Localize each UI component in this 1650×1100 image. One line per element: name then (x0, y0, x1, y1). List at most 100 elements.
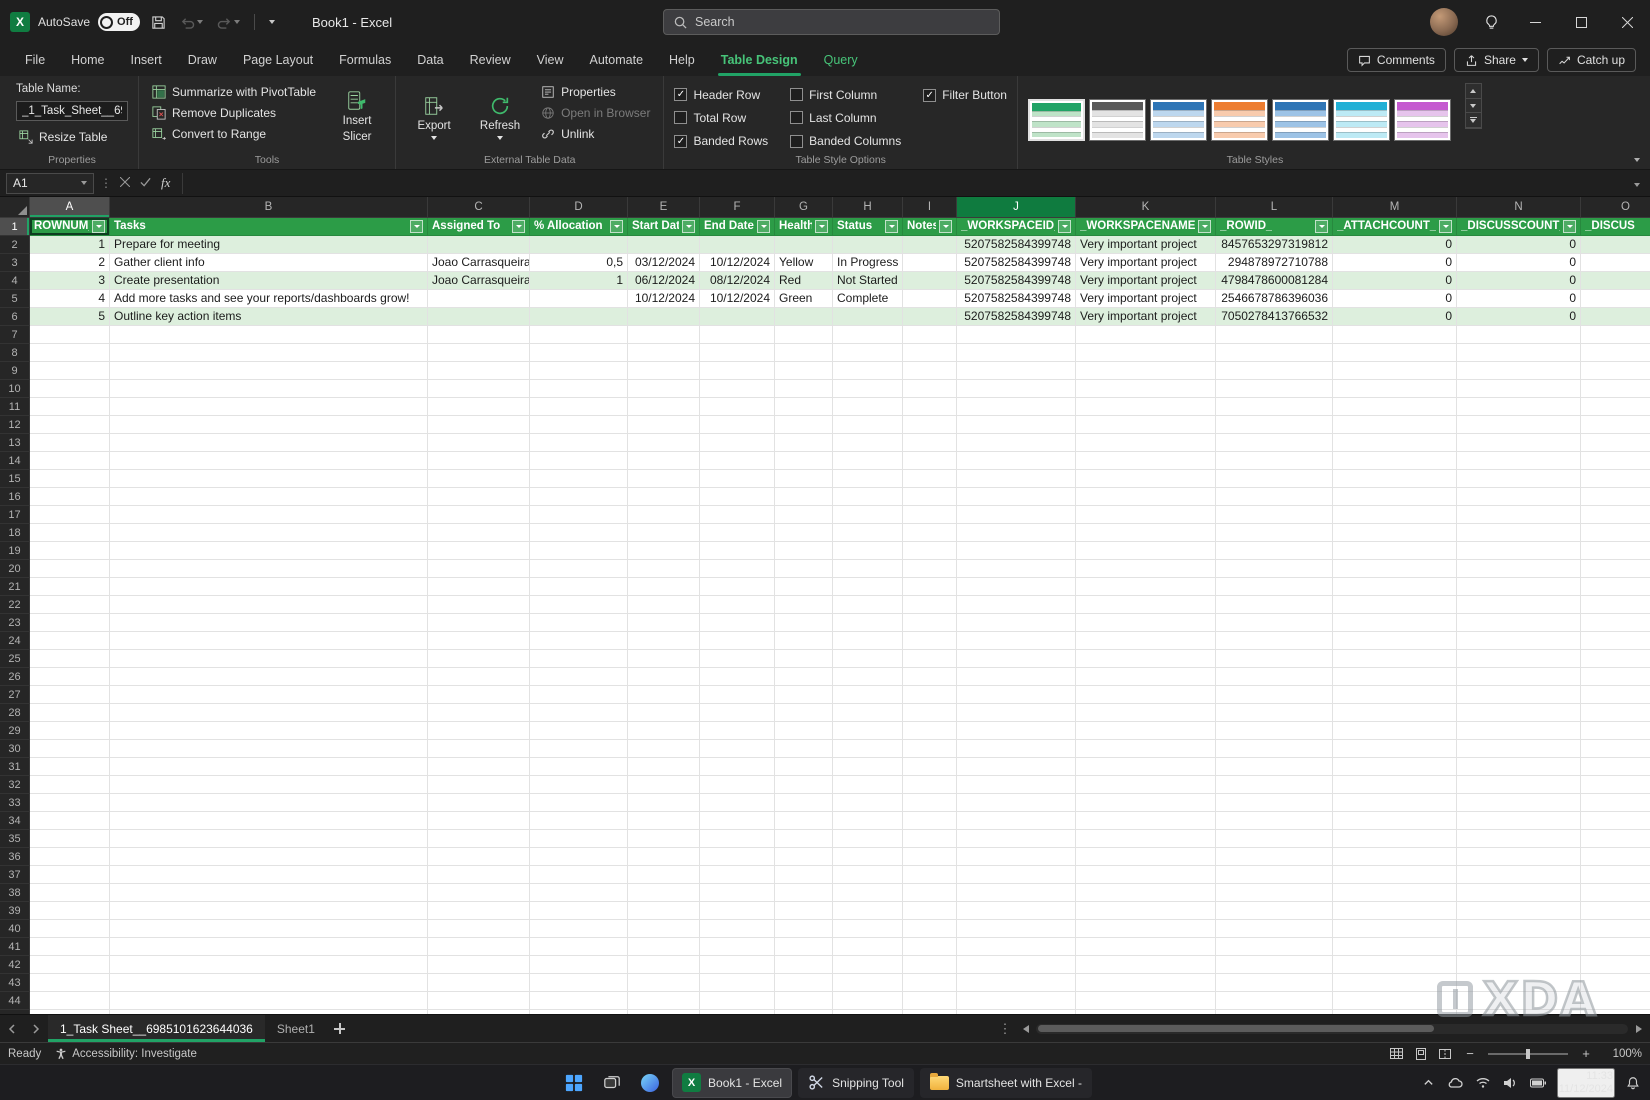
cell-E41[interactable] (628, 938, 700, 956)
cell-L6[interactable]: 7050278413766532 (1216, 308, 1333, 326)
cell-H31[interactable] (833, 758, 903, 776)
ribbon-tab-formulas[interactable]: Formulas (326, 44, 404, 76)
ribbon-tab-view[interactable]: View (524, 44, 577, 76)
filter-button-rowid[interactable] (1315, 220, 1328, 233)
filter-button-rownum[interactable] (92, 220, 105, 233)
cell-J23[interactable] (957, 614, 1076, 632)
cell-N35[interactable] (1457, 830, 1581, 848)
cell-I14[interactable] (903, 452, 957, 470)
cell-H38[interactable] (833, 884, 903, 902)
cell-K17[interactable] (1076, 506, 1216, 524)
cell-O13[interactable] (1581, 434, 1650, 452)
row-header-7[interactable]: 7 (0, 326, 30, 344)
taskbar-app-snipping-tool[interactable]: Snipping Tool (798, 1068, 914, 1098)
column-header-L[interactable]: L (1216, 197, 1333, 218)
cell-G24[interactable] (775, 632, 833, 650)
scrollbar-thumb[interactable] (1038, 1025, 1434, 1032)
cell-F23[interactable] (700, 614, 775, 632)
cell-D39[interactable] (530, 902, 628, 920)
cell-B26[interactable] (110, 668, 428, 686)
cell-C12[interactable] (428, 416, 530, 434)
cell-B23[interactable] (110, 614, 428, 632)
cell-H12[interactable] (833, 416, 903, 434)
cell-N26[interactable] (1457, 668, 1581, 686)
cell-M6[interactable]: 0 (1333, 308, 1457, 326)
column-header-M[interactable]: M (1333, 197, 1457, 218)
cell-J18[interactable] (957, 524, 1076, 542)
column-header-J[interactable]: J (957, 197, 1076, 218)
scroll-left-button[interactable] (1018, 1021, 1034, 1037)
cell-A40[interactable] (30, 920, 110, 938)
row-header-38[interactable]: 38 (0, 884, 30, 902)
cell-M41[interactable] (1333, 938, 1457, 956)
cell-J25[interactable] (957, 650, 1076, 668)
cell-J8[interactable] (957, 344, 1076, 362)
cell-E16[interactable] (628, 488, 700, 506)
row-header-28[interactable]: 28 (0, 704, 30, 722)
cell-H32[interactable] (833, 776, 903, 794)
scroll-right-button[interactable] (1630, 1021, 1646, 1037)
cell-F40[interactable] (700, 920, 775, 938)
row-header-13[interactable]: 13 (0, 434, 30, 452)
cell-I6[interactable] (903, 308, 957, 326)
cell-G41[interactable] (775, 938, 833, 956)
cell-K9[interactable] (1076, 362, 1216, 380)
cell-E20[interactable] (628, 560, 700, 578)
cell-N23[interactable] (1457, 614, 1581, 632)
filter-button-end-date[interactable] (757, 220, 770, 233)
cell-I7[interactable] (903, 326, 957, 344)
row-header-10[interactable]: 10 (0, 380, 30, 398)
cell-J36[interactable] (957, 848, 1076, 866)
cancel-entry-button[interactable] (118, 176, 132, 190)
cell-H17[interactable] (833, 506, 903, 524)
cell-H30[interactable] (833, 740, 903, 758)
ribbon-tab-review[interactable]: Review (457, 44, 524, 76)
cell-E15[interactable] (628, 470, 700, 488)
cell-B24[interactable] (110, 632, 428, 650)
cell-F3[interactable]: 10/12/2024 (700, 254, 775, 272)
cell-M23[interactable] (1333, 614, 1457, 632)
cell-G27[interactable] (775, 686, 833, 704)
cell-M25[interactable] (1333, 650, 1457, 668)
cell-A29[interactable] (30, 722, 110, 740)
cell-G12[interactable] (775, 416, 833, 434)
cell-H43[interactable] (833, 974, 903, 992)
sheet-more-button[interactable]: ⋮ (992, 1015, 1018, 1042)
cell-D24[interactable] (530, 632, 628, 650)
cell-B17[interactable] (110, 506, 428, 524)
cell-L34[interactable] (1216, 812, 1333, 830)
cell-H33[interactable] (833, 794, 903, 812)
unlink-button[interactable]: Unlink (538, 125, 653, 143)
cell-A3[interactable]: 2 (30, 254, 110, 272)
gallery-scroll-up-button[interactable] (1466, 84, 1481, 99)
row-header-4[interactable]: 4 (0, 272, 30, 290)
cell-J32[interactable] (957, 776, 1076, 794)
cell-A12[interactable] (30, 416, 110, 434)
cell-B36[interactable] (110, 848, 428, 866)
cell-M26[interactable] (1333, 668, 1457, 686)
row-header-14[interactable]: 14 (0, 452, 30, 470)
cell-C11[interactable] (428, 398, 530, 416)
cell-D13[interactable] (530, 434, 628, 452)
cell-I22[interactable] (903, 596, 957, 614)
cell-F30[interactable] (700, 740, 775, 758)
cell-B37[interactable] (110, 866, 428, 884)
row-header-20[interactable]: 20 (0, 560, 30, 578)
cell-H40[interactable] (833, 920, 903, 938)
cell-C7[interactable] (428, 326, 530, 344)
cell-A14[interactable] (30, 452, 110, 470)
cell-L28[interactable] (1216, 704, 1333, 722)
cell-M1[interactable]: _ATTACHCOUNT_ (1333, 218, 1457, 236)
cell-E10[interactable] (628, 380, 700, 398)
ribbon-tab-home[interactable]: Home (58, 44, 117, 76)
cell-M29[interactable] (1333, 722, 1457, 740)
cell-I43[interactable] (903, 974, 957, 992)
row-header-42[interactable]: 42 (0, 956, 30, 974)
cell-M9[interactable] (1333, 362, 1457, 380)
cell-B38[interactable] (110, 884, 428, 902)
cell-L36[interactable] (1216, 848, 1333, 866)
cell-H1[interactable]: Status (833, 218, 903, 236)
cell-K29[interactable] (1076, 722, 1216, 740)
cell-K44[interactable] (1076, 992, 1216, 1010)
cell-E44[interactable] (628, 992, 700, 1010)
